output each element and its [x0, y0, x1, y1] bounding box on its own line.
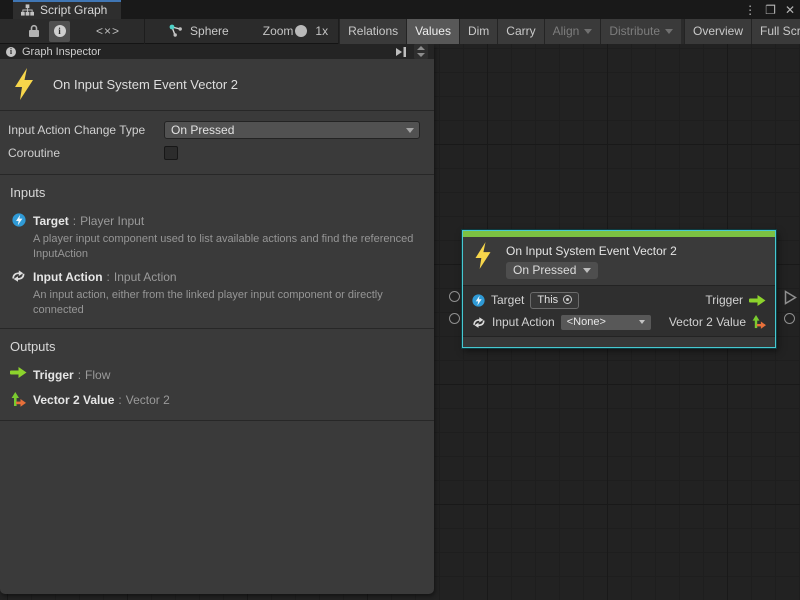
object-picker-icon[interactable] [563, 295, 572, 304]
node-title: On Input System Event Vector 2 [506, 244, 677, 258]
spin-down-icon[interactable] [417, 53, 425, 57]
inputs-heading: Inputs [10, 185, 424, 200]
graph-inspector-header: i Graph Inspector [0, 44, 434, 59]
port-doc-target: Target:Player Input A player input compo… [10, 212, 424, 261]
lock-icon[interactable] [28, 24, 40, 38]
code-preview-icon[interactable]: <×> [96, 24, 120, 38]
relations-button[interactable]: Relations [339, 19, 406, 44]
flow-arrow-icon [10, 367, 27, 378]
port-label-trigger: Trigger [705, 293, 743, 307]
spin-up-icon[interactable] [417, 46, 425, 50]
node-row-target-trigger: Target This Trigger [463, 289, 775, 311]
node-mode-dropdown[interactable]: On Pressed [506, 262, 598, 279]
port-label-target: Target [491, 293, 524, 307]
node-row-inputaction-vector2: Input Action <None> Vector 2 Value [463, 311, 775, 333]
unit-title-section: On Input System Event Vector 2 [0, 59, 434, 110]
inspector-toggle-button[interactable]: i [49, 21, 70, 42]
field-label: Input Action Change Type [8, 123, 164, 137]
zoom-value: 1x [315, 24, 328, 38]
sphere-graph-icon [169, 24, 183, 38]
distribute-dropdown-button[interactable]: Distribute [600, 19, 681, 44]
port-doc-input-action: Input Action:Input Action An input actio… [10, 268, 424, 317]
graph-inspector-title: Graph Inspector [22, 46, 101, 58]
dock-panel-icon[interactable] [396, 46, 407, 58]
chevron-down-icon [406, 128, 414, 133]
unit-options-section: Input Action Change Type On Pressed Coro… [0, 110, 434, 174]
vector2-icon [11, 392, 26, 407]
lightning-bolt-icon [473, 242, 493, 269]
graph-owner[interactable]: Sphere [169, 24, 229, 38]
input-action-icon [472, 316, 486, 329]
unit-title: On Input System Event Vector 2 [53, 77, 238, 92]
maximize-icon[interactable]: ❐ [765, 4, 776, 16]
port-description: A player input component used to list av… [33, 232, 424, 261]
outputs-heading: Outputs [10, 339, 424, 354]
tab-label: Script Graph [40, 3, 107, 17]
lightning-bolt-icon [12, 68, 36, 100]
zoom-label: Zoom [263, 24, 294, 38]
field-label: Coroutine [8, 146, 164, 160]
graph-toolbar: i <×> Sphere Zoom 1x Relations Values Di… [0, 19, 800, 44]
vector2-icon [752, 315, 766, 329]
tab-script-graph[interactable]: Script Graph [13, 0, 121, 19]
node-header: On Input System Event Vector 2 On Presse… [463, 237, 775, 285]
port-doc-vector2-value: Vector 2 Value:Vector 2 [10, 391, 424, 409]
panel-empty-area [0, 420, 434, 594]
overview-button[interactable]: Overview [684, 19, 751, 44]
info-icon: i [54, 25, 66, 37]
window-menu-icon[interactable]: ⋮ [744, 4, 756, 16]
port-label-input-action: Input Action [492, 315, 555, 329]
node-footer [463, 337, 775, 347]
port-description: An input action, either from the linked … [33, 288, 424, 317]
player-input-icon [12, 213, 26, 227]
values-button[interactable]: Values [406, 19, 459, 44]
zoom-slider-handle[interactable] [295, 25, 307, 37]
info-icon: i [6, 47, 16, 57]
graph-icon [21, 4, 34, 16]
port-trigger-output[interactable] [784, 290, 797, 305]
chevron-down-icon [583, 268, 591, 273]
port-target-input[interactable] [449, 291, 460, 302]
node-port-rows: Target This Trigger [463, 285, 775, 337]
chevron-down-icon [665, 29, 673, 34]
close-icon[interactable]: ✕ [785, 4, 795, 16]
input-action-icon [11, 269, 26, 283]
target-value-chip[interactable]: This [530, 292, 579, 309]
title-bar: Script Graph ⋮ ❐ ✕ [0, 0, 800, 19]
input-action-value-dropdown[interactable]: <None> [561, 315, 651, 330]
player-input-icon [472, 294, 485, 307]
port-doc-trigger: Trigger:Flow [10, 366, 424, 384]
inputs-section: Inputs Target:Player Input A player inpu… [0, 174, 434, 328]
chevron-down-icon [639, 320, 645, 324]
graph-owner-label: Sphere [190, 24, 229, 38]
node-on-input-system-event-vector2[interactable]: On Input System Event Vector 2 On Presse… [462, 230, 776, 348]
coroutine-checkbox[interactable] [164, 146, 178, 160]
chevron-down-icon [584, 29, 592, 34]
align-dropdown-button[interactable]: Align [544, 19, 601, 44]
port-input-action-input[interactable] [449, 313, 460, 324]
port-vector2-output[interactable] [784, 313, 795, 324]
port-label-vector2-value: Vector 2 Value [669, 315, 746, 329]
dim-button[interactable]: Dim [459, 19, 497, 44]
carry-button[interactable]: Carry [497, 19, 543, 44]
panel-spinner[interactable] [414, 44, 428, 59]
graph-inspector-panel: i Graph Inspector On Input System Event … [0, 44, 434, 594]
full-screen-button[interactable]: Full Screen [751, 19, 800, 44]
flow-arrow-icon [749, 295, 766, 306]
outputs-section: Outputs Trigger:Flow [0, 328, 434, 420]
input-action-change-type-dropdown[interactable]: On Pressed [164, 121, 420, 139]
toolbar-divider [144, 19, 145, 44]
